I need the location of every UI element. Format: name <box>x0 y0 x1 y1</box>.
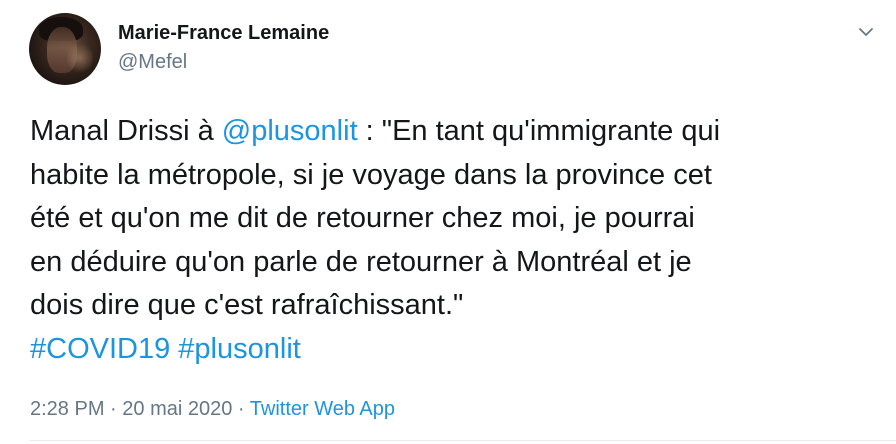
tweet-meta: 2:28 PM · 20 mai 2020 · Twitter Web App <box>30 398 395 421</box>
tweet-card: Marie-France Lemaine @Mefel Manal Drissi… <box>0 0 896 444</box>
avatar[interactable] <box>29 13 101 85</box>
tweet-time[interactable]: 2:28 PM <box>30 398 104 420</box>
tweet-source-link[interactable]: Twitter Web App <box>250 398 395 420</box>
tweet-text: Manal Drissi à @plusonlit : "En tant qu'… <box>30 110 880 371</box>
hashtag-link[interactable]: #COVID19 <box>30 333 170 365</box>
mention-link[interactable]: @plusonlit <box>222 115 358 147</box>
chevron-down-icon[interactable] <box>856 22 876 42</box>
tweet-line: habite la métropole, si je voyage dans l… <box>30 158 712 191</box>
divider <box>30 440 896 441</box>
author-handle[interactable]: @Mefel <box>118 51 187 74</box>
tweet-date[interactable]: 20 mai 2020 <box>122 398 232 420</box>
tweet-line: Manal Drissi à @plusonlit : "En tant qu'… <box>30 110 880 154</box>
meta-separator: · <box>104 398 123 420</box>
tweet-line: en déduire qu'on parle de retourner à Mo… <box>30 245 692 278</box>
author-display-name[interactable]: Marie-France Lemaine <box>118 22 329 45</box>
tweet-line: été et qu'on me dit de retourner chez mo… <box>30 202 695 234</box>
meta-separator: · <box>232 398 250 420</box>
hashtag-link[interactable]: #plusonlit <box>178 333 301 365</box>
tweet-line: dois dire que c'est rafraîchissant." <box>30 289 464 321</box>
avatar-glow <box>67 41 93 75</box>
hashtag-line: #COVID19 #plusonlit <box>30 328 880 372</box>
tweet-text-segment: : "En tant qu'immigrante qui <box>357 115 721 147</box>
tweet-text-segment: Manal Drissi à <box>30 115 222 147</box>
